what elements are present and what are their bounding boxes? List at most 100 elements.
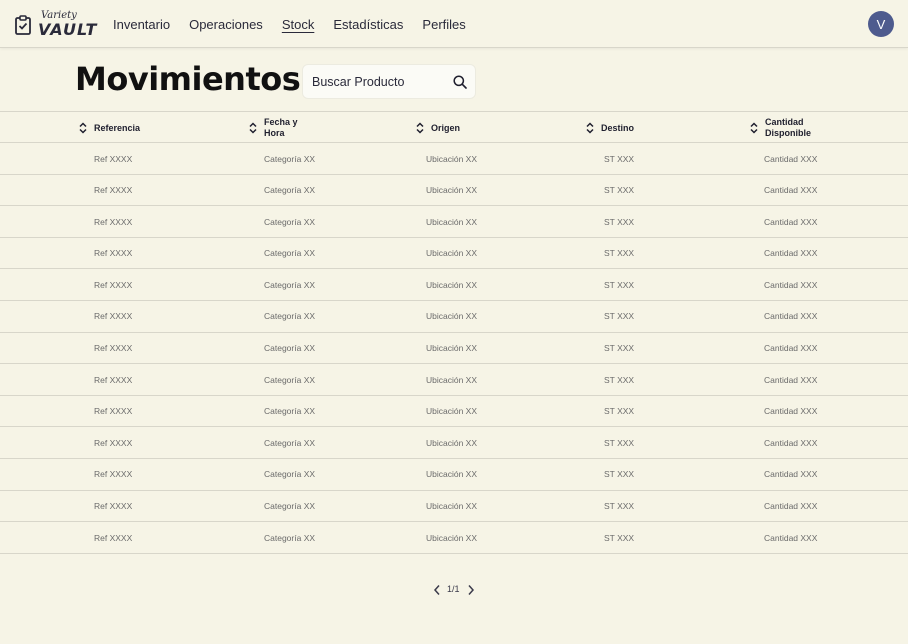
table-cell: Ref XXXX [94,343,133,354]
table-cell: Categoría XX [264,469,316,480]
chevron-right-icon[interactable] [466,584,476,596]
column-header-label: Referencia [94,122,141,133]
table-row[interactable]: Ref XXXX Categoría XX Ubicación XX ST XXX Ca… [0,459,908,491]
table-cell: Categoría XX [264,311,316,322]
table-cell: Ref XXXX [94,437,133,448]
table-cell: Categoría XX [264,406,316,417]
column-header-label: Origen [431,122,461,133]
logo-big-text: VAULT [38,20,98,39]
table-cell: Ref XXXX [94,216,133,227]
table-cell: Ubicación XX [426,469,478,480]
table-header: Referencia Fecha y Hora Origen Destino Canti… [0,111,908,143]
table-cell: Ref XXXX [94,501,133,512]
table-cell: Categoría XX [264,343,316,354]
table-cell: Ref XXXX [94,153,133,164]
table-row[interactable]: Ref XXXX Categoría XX Ubicación XX ST XXX Ca… [0,396,908,428]
table-cell: Cantidad XXX [764,469,818,480]
table-cell: Categoría XX [264,501,316,512]
chevron-left-icon[interactable] [432,584,442,596]
table-cell: Categoría XX [264,153,316,164]
table-row[interactable]: Ref XXXX Categoría XX Ubicación XX ST XXX Ca… [0,427,908,459]
table-cell: Categoría XX [264,279,316,290]
table-cell: Cantidad XXX [764,532,818,543]
table-cell: Ref XXXX [94,311,133,322]
sort-icon[interactable] [415,122,425,134]
sort-icon[interactable] [78,122,88,134]
column-header-label: Cantidad Disponible [765,117,812,138]
column-header[interactable]: Fecha y Hora [248,112,298,144]
table-row[interactable]: Ref XXXX Categoría XX Ubicación XX ST XXX Ca… [0,522,908,554]
table-cell: Ubicación XX [426,343,478,354]
table-cell: ST XXX [604,153,635,164]
table-row[interactable]: Ref XXXX Categoría XX Ubicación XX ST XXX Ca… [0,301,908,333]
app-logo[interactable]: Variety VAULT [14,10,96,40]
pagination: 1/1 [430,582,480,598]
table-cell: ST XXX [604,469,635,480]
table-cell: ST XXX [604,437,635,448]
nav-item-estadisticas[interactable]: Estadísticas [333,17,403,32]
table-cell: Categoría XX [264,185,316,196]
table-row[interactable]: Ref XXXX Categoría XX Ubicación XX ST XXX Ca… [0,333,908,365]
table-cell: Ubicación XX [426,185,478,196]
clipboard-check-icon [15,15,31,35]
table-row[interactable]: Ref XXXX Categoría XX Ubicación XX ST XXX Ca… [0,238,908,270]
table-cell: ST XXX [604,406,635,417]
table-cell: Cantidad XXX [764,153,818,164]
table-cell: Cantidad XXX [764,501,818,512]
column-header[interactable]: Origen [415,112,460,144]
table-row[interactable]: Ref XXXX Categoría XX Ubicación XX ST XXX Ca… [0,491,908,523]
table-cell: Categoría XX [264,216,316,227]
table-cell: Ubicación XX [426,437,478,448]
column-header[interactable]: Referencia [78,112,140,144]
table-cell: Ubicación XX [426,501,478,512]
table-cell: Ubicación XX [426,406,478,417]
column-header[interactable]: Cantidad Disponible [749,112,811,144]
table-cell: Ref XXXX [94,532,133,543]
table-row[interactable]: Ref XXXX Categoría XX Ubicación XX ST XXX Ca… [0,269,908,301]
column-header[interactable]: Destino [585,112,634,144]
table-cell: Ubicación XX [426,374,478,385]
table-cell: Ubicación XX [426,279,478,290]
table-row[interactable]: Ref XXXX Categoría XX Ubicación XX ST XXX Ca… [0,175,908,207]
nav-item-perfiles[interactable]: Perfiles [422,17,465,32]
table-body: Ref XXXX Categoría XX Ubicación XX ST XXX Ca… [0,143,908,554]
nav-item-inventario[interactable]: Inventario [113,17,170,32]
table-cell: ST XXX [604,343,635,354]
movements-table: Referencia Fecha y Hora Origen Destino Canti… [0,111,908,554]
table-cell: Cantidad XXX [764,374,818,385]
table-cell: Cantidad XXX [764,248,818,259]
table-cell: Ubicación XX [426,311,478,322]
main-nav: Inventario Operaciones Stock Estadísticas Pe… [113,17,485,32]
table-cell: Ref XXXX [94,406,133,417]
table-row[interactable]: Ref XXXX Categoría XX Ubicación XX ST XXX Ca… [0,364,908,396]
table-cell: Cantidad XXX [764,185,818,196]
sort-icon[interactable] [749,122,759,134]
table-row[interactable]: Ref XXXX Categoría XX Ubicación XX ST XXX Ca… [0,143,908,175]
table-cell: Ref XXXX [94,279,133,290]
table-cell: Ref XXXX [94,185,133,196]
table-cell: ST XXX [604,501,635,512]
nav-item-operaciones[interactable]: Operaciones [189,17,263,32]
search-icon[interactable] [453,75,467,89]
avatar[interactable]: V [868,11,894,37]
sort-icon[interactable] [248,122,258,134]
page-title: Movimientos [75,60,301,98]
table-cell: Cantidad XXX [764,406,818,417]
table-cell: Cantidad XXX [764,311,818,322]
table-cell: ST XXX [604,185,635,196]
table-cell: ST XXX [604,311,635,322]
table-row[interactable]: Ref XXXX Categoría XX Ubicación XX ST XXX Ca… [0,206,908,238]
table-cell: ST XXX [604,532,635,543]
table-cell: ST XXX [604,374,635,385]
table-cell: Ref XXXX [94,248,133,259]
table-cell: Ref XXXX [94,374,133,385]
table-cell: Categoría XX [264,532,316,543]
table-cell: Ubicación XX [426,153,478,164]
table-cell: Categoría XX [264,437,316,448]
page-indicator: 1/1 [447,584,460,594]
sort-icon[interactable] [585,122,595,134]
table-cell: Ubicación XX [426,248,478,259]
search-input[interactable] [312,73,442,91]
table-cell: Ubicación XX [426,216,478,227]
nav-item-stock[interactable]: Stock [282,17,315,32]
